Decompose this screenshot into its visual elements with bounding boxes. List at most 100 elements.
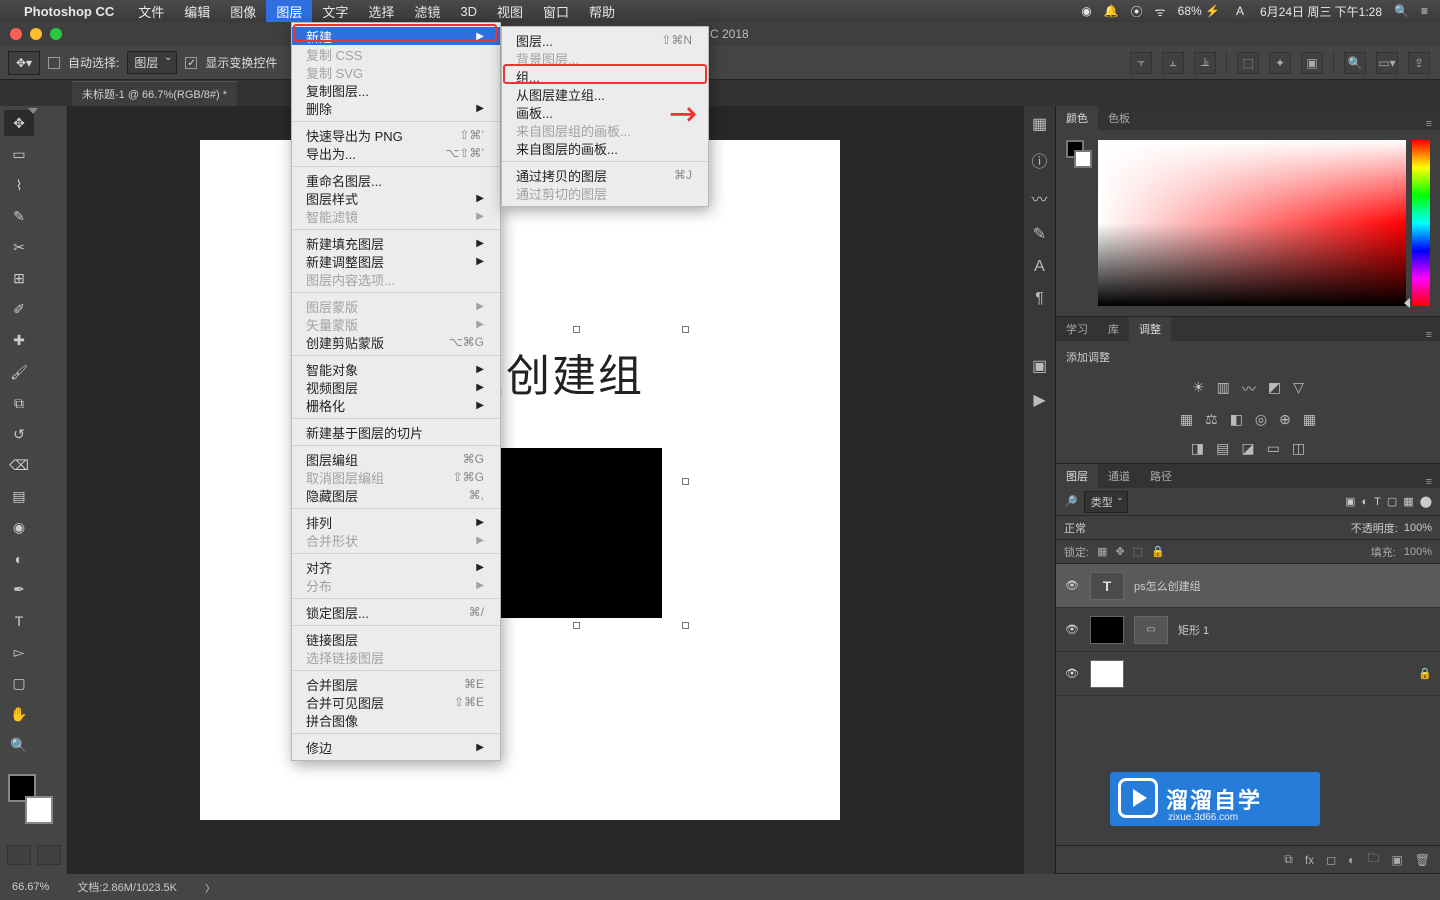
tab-libraries[interactable]: 库	[1098, 317, 1129, 341]
visibility-icon[interactable]: 👁	[1064, 623, 1080, 636]
link-layers-icon[interactable]: ⧉	[1284, 852, 1293, 867]
doc-size[interactable]: 文档:2.86M/1023.5K	[77, 879, 177, 895]
blur-tool-icon[interactable]: ◉	[4, 515, 34, 541]
layers-panel-menu-icon[interactable]: ≡	[1418, 476, 1440, 488]
menu-item[interactable]: 新建▶	[292, 27, 500, 45]
posterize-icon[interactable]: ▤	[1216, 440, 1229, 457]
lock-position-icon[interactable]: ✥	[1115, 545, 1124, 558]
history-icon[interactable]: ▦	[1032, 114, 1047, 134]
gradient-tool-icon[interactable]: ▤	[4, 484, 34, 510]
path-select-tool-icon[interactable]: ▻	[4, 639, 34, 665]
layer-row-bg[interactable]: 👁 🔒	[1056, 652, 1440, 696]
minimize-window-icon[interactable]	[30, 28, 42, 40]
tab-swatches[interactable]: 色板	[1098, 106, 1140, 130]
quick-select-tool-icon[interactable]: ✎	[4, 203, 34, 229]
menu-item[interactable]: 复制图层...	[292, 81, 500, 99]
background-color[interactable]	[25, 796, 53, 824]
stamp-tool-icon[interactable]: ⧉	[4, 390, 34, 416]
zoom-tool-icon[interactable]: 🔍	[4, 733, 34, 759]
menu-item[interactable]: 视频图层▶	[292, 378, 500, 396]
dodge-tool-icon[interactable]: ◐	[4, 546, 34, 572]
fill-value[interactable]: 100%	[1404, 546, 1432, 558]
layer-row-text[interactable]: 👁 T ps怎么创建组	[1056, 564, 1440, 608]
lock-all-icon[interactable]: 🔒	[1151, 545, 1165, 558]
menu-item[interactable]: 栅格化▶	[292, 396, 500, 414]
menu-extras-icon[interactable]: ≡	[1421, 4, 1428, 18]
brush-settings-icon[interactable]: 〰	[1031, 186, 1047, 210]
opacity-value[interactable]: 100%	[1404, 522, 1432, 534]
menu-item[interactable]: 来自图层的画板...	[502, 139, 708, 157]
menu-layer[interactable]: 图层	[266, 0, 312, 22]
wifi-icon[interactable]: ᯤ	[1155, 3, 1166, 20]
visibility-icon[interactable]: 👁	[1064, 579, 1080, 592]
healing-tool-icon[interactable]: ✚	[4, 328, 34, 354]
hand-tool-icon[interactable]: ✋	[4, 701, 34, 727]
menu-item[interactable]: 组...	[502, 67, 708, 85]
shape-tool-icon[interactable]: ▢	[4, 670, 34, 696]
toggles-icon[interactable]: ⦿	[1131, 3, 1143, 20]
lut-icon[interactable]: ▦	[1303, 411, 1316, 428]
status-more-icon[interactable]: 〉	[205, 880, 215, 895]
menu-item[interactable]: 对齐▶	[292, 558, 500, 576]
menu-item[interactable]: 隐藏图层⌘,	[292, 486, 500, 504]
new-fill-adjust-icon[interactable]: ◐	[1348, 853, 1355, 867]
app-name[interactable]: Photoshop CC	[24, 4, 114, 19]
layer-mask-icon[interactable]: ◻	[1326, 853, 1336, 867]
curves-icon[interactable]: 〰	[1242, 379, 1256, 399]
lock-pixels-icon[interactable]: ▦	[1097, 545, 1107, 558]
levels-icon[interactable]: ▥	[1217, 379, 1230, 399]
character-icon[interactable]: A	[1034, 258, 1045, 276]
quick-mask-icon[interactable]	[7, 845, 31, 865]
frame-tool-icon[interactable]: ⊞	[4, 266, 34, 292]
photo-filter-icon[interactable]: ◎	[1255, 411, 1267, 428]
menu-edit[interactable]: 编辑	[174, 0, 220, 22]
align-right-icon[interactable]: ⫡	[1194, 52, 1216, 74]
menu-item[interactable]: 重命名图层...	[292, 171, 500, 189]
menu-help[interactable]: 帮助	[579, 0, 625, 22]
brightness-icon[interactable]: ☀	[1192, 379, 1205, 399]
auto-select-checkbox[interactable]	[48, 57, 60, 69]
search-icon[interactable]: 🔍	[1344, 52, 1366, 74]
tab-channels[interactable]: 通道	[1098, 464, 1140, 488]
visibility-icon[interactable]: 👁	[1064, 667, 1080, 680]
align-left-icon[interactable]: ⫟	[1130, 52, 1152, 74]
collapse-tools-icon[interactable]	[28, 108, 38, 114]
menu-3d[interactable]: 3D	[450, 0, 487, 22]
menu-window[interactable]: 窗口	[533, 0, 579, 22]
layer-filter-search-icon[interactable]: 🔎	[1064, 495, 1078, 508]
filter-shape-icon[interactable]: ▢	[1387, 495, 1397, 508]
brush-tool-icon[interactable]: 🖌	[4, 359, 34, 385]
menu-item[interactable]: 图层...⇧⌘N	[502, 31, 708, 49]
delete-layer-icon[interactable]: 🗑	[1415, 853, 1430, 867]
exposure-icon[interactable]: ◩	[1268, 379, 1281, 399]
menu-file[interactable]: 文件	[128, 0, 174, 22]
tab-layers[interactable]: 图层	[1056, 464, 1098, 488]
tab-learn[interactable]: 学习	[1056, 317, 1098, 341]
tab-paths[interactable]: 路径	[1140, 464, 1182, 488]
vibrance-icon[interactable]: ▽	[1293, 379, 1304, 399]
show-transform-checkbox[interactable]	[185, 57, 197, 69]
channel-mixer-icon[interactable]: ⊕	[1279, 411, 1291, 428]
menu-select[interactable]: 选择	[358, 0, 404, 22]
menu-item[interactable]: 新建填充图层▶	[292, 234, 500, 252]
selective-color-icon[interactable]: ◫	[1292, 440, 1305, 457]
move-tool-indicator[interactable]: ✥▾	[8, 51, 40, 75]
filter-pixel-icon[interactable]: ▣	[1345, 495, 1355, 508]
layer-row-rect[interactable]: 👁 ▭ 矩形 1	[1056, 608, 1440, 652]
color-balance-icon[interactable]: ⚖	[1205, 411, 1218, 428]
document-tab[interactable]: 未标题-1 @ 66.7%(RGB/8#) *	[72, 81, 237, 106]
menu-item[interactable]: 合并可见图层⇧⌘E	[292, 693, 500, 711]
menu-item[interactable]: 删除▶	[292, 99, 500, 117]
screen-mode-icon[interactable]	[37, 845, 61, 865]
menu-item[interactable]: 智能对象▶	[292, 360, 500, 378]
close-window-icon[interactable]	[10, 28, 22, 40]
layer-filter-type[interactable]: 类型	[1084, 491, 1128, 513]
align-center-icon[interactable]: ⫠	[1162, 52, 1184, 74]
filter-type-icon[interactable]: T	[1374, 496, 1381, 508]
transform-3d-icon[interactable]: ✦	[1269, 52, 1291, 74]
fg-bg-swatches[interactable]	[8, 774, 59, 824]
menu-item[interactable]: 图层样式▶	[292, 189, 500, 207]
menu-item[interactable]: 创建剪贴蒙版⌥⌘G	[292, 333, 500, 351]
new-layer-icon[interactable]: ▣	[1391, 853, 1402, 867]
filter-adjust-icon[interactable]: ◐	[1361, 496, 1368, 508]
